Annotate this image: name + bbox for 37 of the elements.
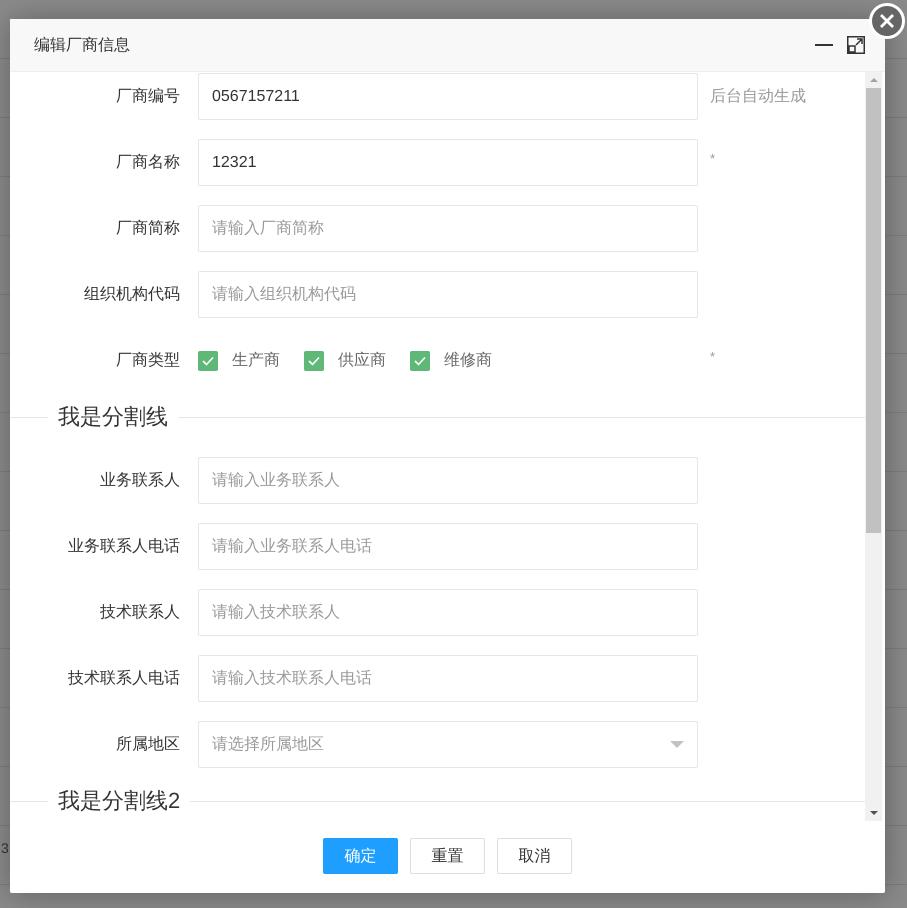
text-field[interactable]: 请输入厂商简称 <box>198 205 698 252</box>
section-divider-title: 我是分割线2 <box>57 789 182 813</box>
text-field[interactable]: 0567157211 <box>198 73 698 120</box>
field-label: 厂商简称 <box>115 218 180 239</box>
checkmark-icon <box>308 356 320 366</box>
scrollbar[interactable] <box>865 72 882 821</box>
checkmark-icon <box>202 356 214 366</box>
close-icon[interactable] <box>869 3 905 39</box>
caret-icon <box>670 740 684 748</box>
dialog-title: 编辑厂商信息 <box>34 36 131 56</box>
text-field[interactable]: 请输入业务联系人 <box>198 457 698 504</box>
checkbox[interactable]: 维修商 <box>410 350 492 371</box>
field-label: 厂商名称 <box>115 152 180 173</box>
field-label: 技术联系人电话 <box>67 668 180 689</box>
field-label: 业务联系人 <box>99 470 180 491</box>
field-label: 组织机构代码 <box>83 285 180 305</box>
checkbox[interactable]: 生产商 <box>198 350 280 371</box>
checkmark-icon <box>414 356 426 366</box>
dialog-button[interactable]: 取消 <box>497 838 572 874</box>
dialog-button[interactable]: 重置 <box>410 838 485 874</box>
field-hint: 后台自动生成 <box>710 86 807 107</box>
checkbox[interactable]: 供应商 <box>304 350 386 371</box>
field-label: 业务联系人电话 <box>67 536 180 557</box>
maximize-icon[interactable] <box>847 36 865 54</box>
section-divider-title: 我是分割线 <box>57 405 169 429</box>
required-mark: * <box>710 349 716 364</box>
table-cell: 3 <box>1 840 9 856</box>
field-label: 所属地区 <box>115 734 180 755</box>
required-mark: * <box>710 151 716 166</box>
text-field[interactable]: 12321 <box>198 139 698 186</box>
text-field[interactable]: 请输入技术联系人 <box>198 589 698 636</box>
field-label: 厂商类型 <box>115 350 180 371</box>
text-field[interactable]: 请输入业务联系人电话 <box>198 523 698 570</box>
text-field[interactable]: 请输入技术联系人电话 <box>198 655 698 702</box>
field-label: 技术联系人 <box>99 602 180 623</box>
field-label: 厂商编号 <box>115 86 180 107</box>
text-field[interactable]: 请输入组织机构代码 <box>198 271 698 318</box>
